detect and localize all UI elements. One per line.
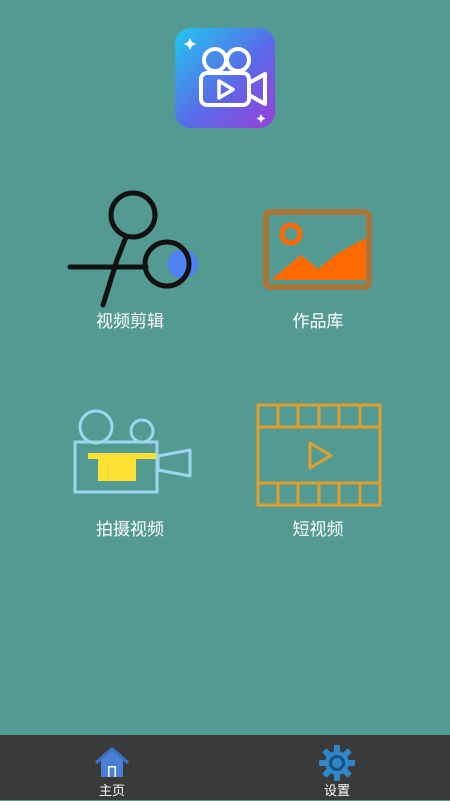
nav-settings[interactable]: 设置 [277,735,397,800]
tile-label: 拍摄视频 [96,520,164,540]
image-gallery-icon [263,209,372,290]
nav-home[interactable]: 主页 [52,735,172,800]
tile-works-library[interactable]: 作品库 [238,185,398,345]
tile-label: 短视频 [292,520,344,540]
tile-label: 视频剪辑 [96,312,164,332]
nav-home-label: 主页 [98,784,125,799]
home-icon [95,747,129,777]
bottom-nav-bar: 主页 设置 [0,735,450,800]
film-strip-play-icon [256,403,382,507]
gear-icon [319,745,355,781]
nav-settings-label: 设置 [323,784,350,799]
camera-icon [73,409,192,494]
tile-label: 作品库 [292,312,344,332]
video-camera-logo-icon [175,28,275,128]
tile-video-edit[interactable]: 视频剪辑 [50,185,210,345]
tile-shoot-video[interactable]: 拍摄视频 [50,393,210,553]
scissors-icon [67,190,198,308]
tile-short-video[interactable]: 短视频 [238,393,398,553]
app-logo [175,28,275,128]
